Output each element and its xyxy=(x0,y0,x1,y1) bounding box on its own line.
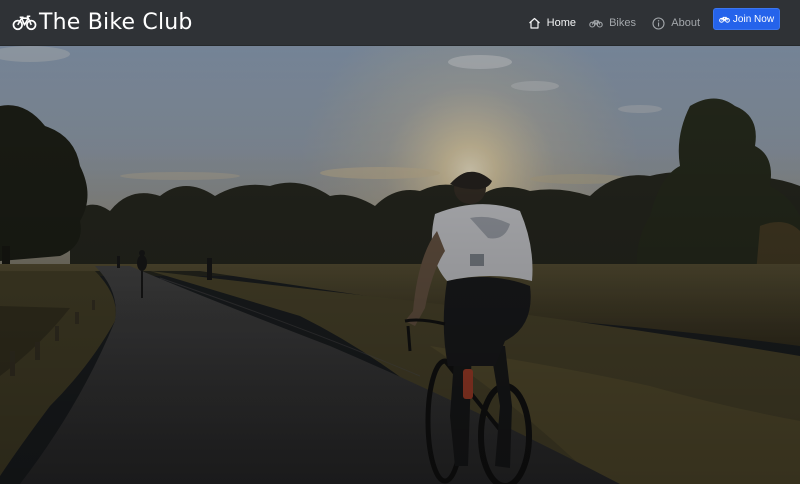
nav-home[interactable]: Home xyxy=(528,17,576,29)
nav-about[interactable]: About xyxy=(652,16,700,30)
nav-home-label: Home xyxy=(546,17,576,29)
info-icon xyxy=(652,16,665,30)
nav-about-label: About xyxy=(671,17,700,29)
hero-image xyxy=(0,46,800,484)
bike-icon xyxy=(589,19,603,28)
nav-bikes[interactable]: Bikes xyxy=(589,17,636,29)
home-icon xyxy=(528,17,540,29)
bike-icon xyxy=(719,16,730,23)
brand-link[interactable]: The Bike Club xyxy=(12,10,193,35)
cyclist-sunset-photo xyxy=(0,46,800,484)
nav-bikes-label: Bikes xyxy=(609,17,636,29)
join-now-label: Join Now xyxy=(732,13,775,25)
brand-title: The Bike Club xyxy=(39,10,193,35)
bike-logo-icon xyxy=(12,15,37,30)
join-now-button[interactable]: Join Now xyxy=(713,8,780,30)
top-navbar: The Bike Club Home Bikes About Join Now xyxy=(0,0,800,46)
